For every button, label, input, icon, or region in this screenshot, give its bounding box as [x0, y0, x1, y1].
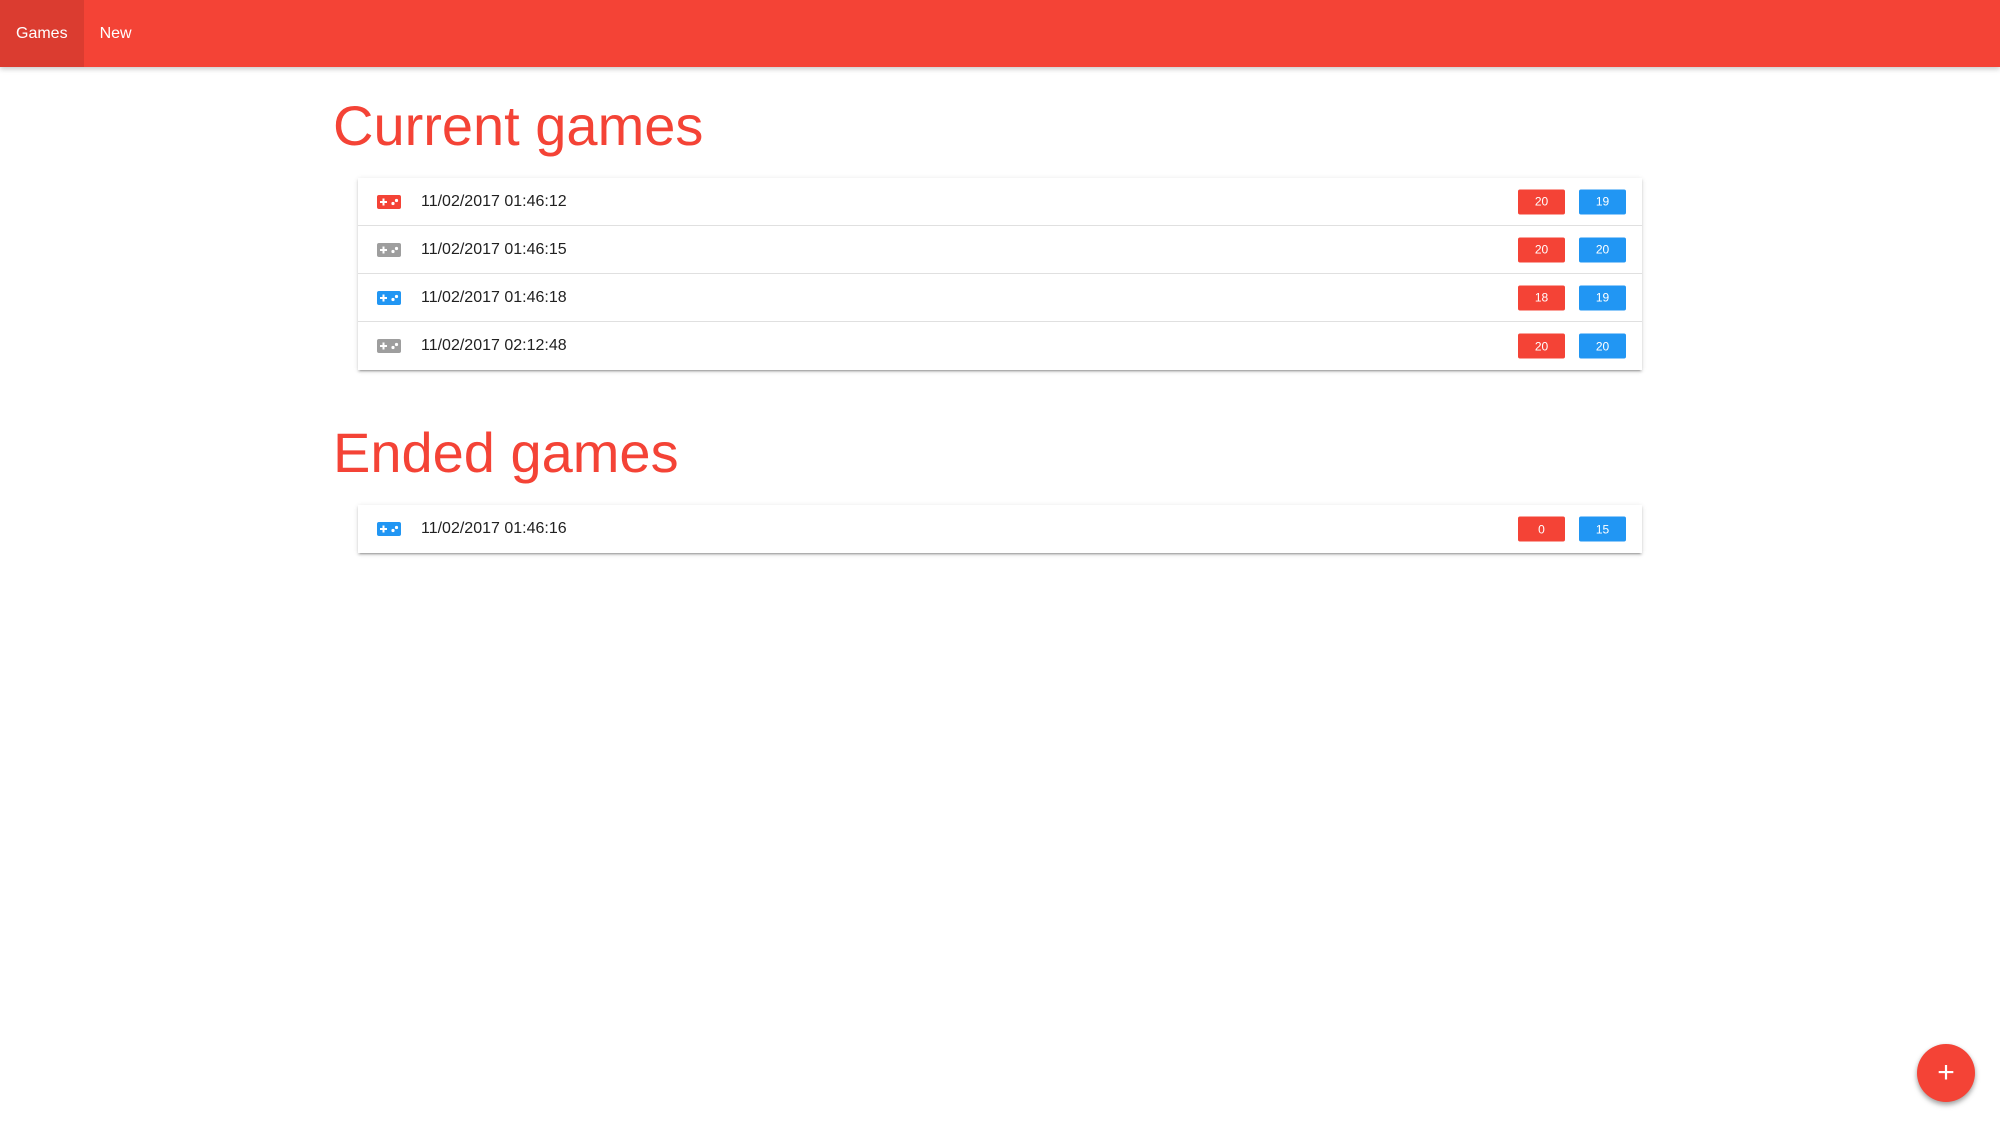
nav-new-link[interactable]: New	[84, 0, 148, 67]
game-row[interactable]: 11/02/2017 01:46:16 0 15	[358, 505, 1642, 553]
red-score-badge: 20	[1518, 237, 1565, 262]
game-timestamp: 11/02/2017 01:46:18	[421, 288, 567, 306]
game-timestamp: 11/02/2017 01:46:16	[421, 520, 567, 537]
game-row[interactable]: 11/02/2017 01:46:18 18 19	[358, 274, 1642, 322]
game-row[interactable]: 11/02/2017 02:12:48 20 20	[358, 322, 1642, 370]
red-score-badge: 18	[1518, 285, 1565, 310]
top-navbar: Games New	[0, 0, 2000, 67]
gamepad-icon	[377, 242, 401, 257]
blue-score-badge: 20	[1579, 237, 1626, 262]
game-timestamp: 11/02/2017 02:12:48	[421, 337, 567, 354]
blue-score-badge: 19	[1579, 285, 1626, 310]
gamepad-icon	[377, 339, 401, 353]
game-row[interactable]: 11/02/2017 01:46:15 20 20	[358, 226, 1642, 274]
red-score-badge: 20	[1518, 189, 1565, 214]
ended-games-title: Ended games	[333, 421, 679, 484]
blue-score-badge: 15	[1579, 516, 1626, 542]
game-row[interactable]: 11/02/2017 01:46:12 20 19	[358, 178, 1642, 226]
blue-score-badge: 20	[1579, 333, 1626, 359]
ended-games-list: 11/02/2017 01:46:16 0 15	[358, 505, 1642, 553]
gamepad-icon	[377, 194, 401, 209]
gamepad-icon	[377, 290, 401, 305]
game-timestamp: 11/02/2017 01:46:15	[421, 240, 567, 258]
red-score-badge: 0	[1518, 516, 1565, 542]
blue-score-badge: 19	[1579, 189, 1626, 214]
add-icon: +	[1937, 1056, 1955, 1089]
red-score-badge: 20	[1518, 333, 1565, 359]
add-game-button[interactable]: +	[1917, 1044, 1975, 1102]
current-games-list: 11/02/2017 01:46:12 20 19 11/02/2017 01:…	[358, 178, 1642, 370]
game-timestamp: 11/02/2017 01:46:12	[421, 192, 567, 210]
current-games-title: Current games	[333, 94, 704, 157]
nav-games-link[interactable]: Games	[0, 0, 84, 67]
gamepad-icon	[377, 522, 401, 536]
